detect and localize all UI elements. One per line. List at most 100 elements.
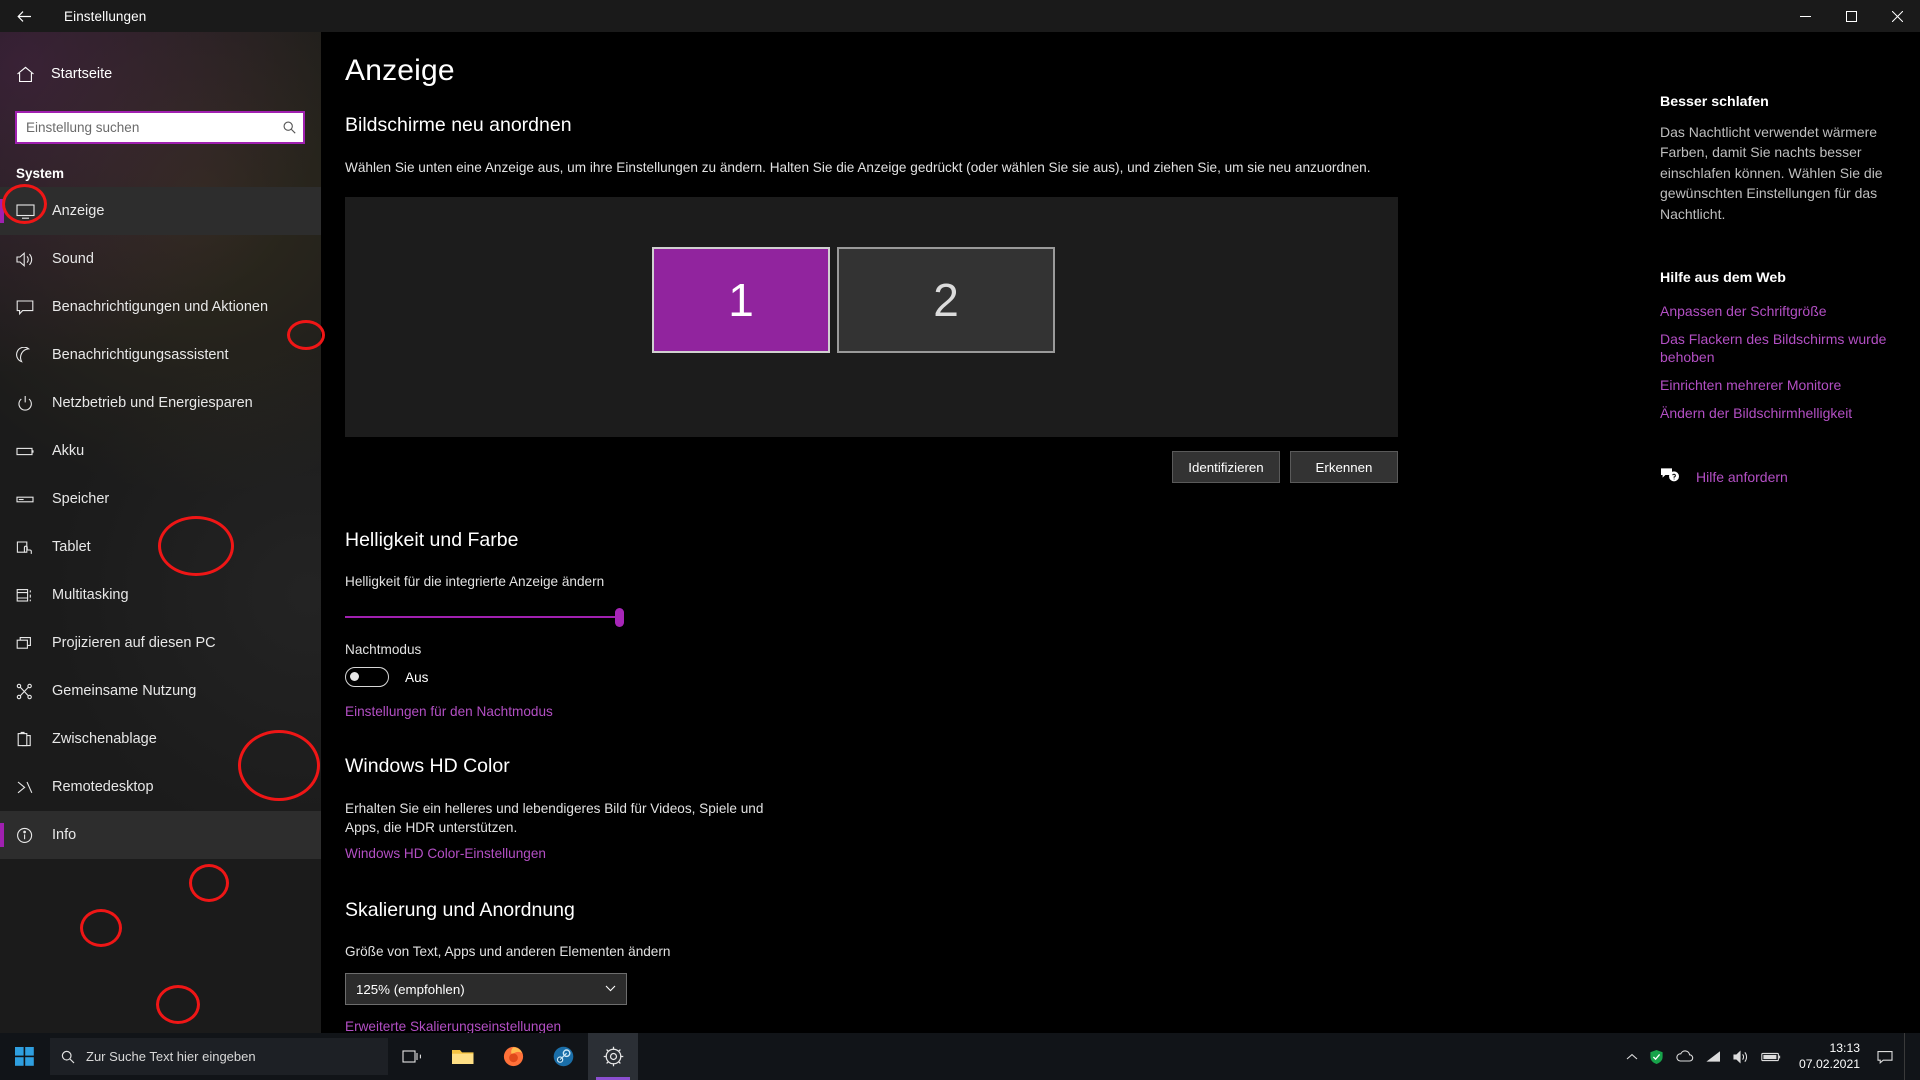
sidebar-item-sound[interactable]: Sound: [0, 235, 321, 283]
night-mode-toggle-row: Aus: [345, 667, 1600, 688]
sidebar-item-anzeige[interactable]: Anzeige: [0, 187, 321, 235]
info-icon: [16, 827, 46, 844]
get-help-label: Hilfe anfordern: [1696, 469, 1788, 486]
taskbar-search[interactable]: Zur Suche Text hier eingeben: [50, 1038, 388, 1075]
show-desktop-button[interactable]: [1904, 1033, 1912, 1080]
battery-icon[interactable]: [1761, 1051, 1782, 1063]
sidebar-item-zwischenablage[interactable]: Zwischenablage: [0, 715, 321, 763]
onedrive-icon[interactable]: [1675, 1050, 1694, 1063]
monitor-arrangement-canvas[interactable]: 1 2: [345, 197, 1398, 438]
sidebar-item-projizieren[interactable]: Projizieren auf diesen PC: [0, 619, 321, 667]
monitor-number-1: 1: [728, 274, 754, 327]
sidebar-label-info: Info: [52, 827, 77, 843]
sidebar-item-info[interactable]: Info: [0, 811, 321, 859]
sidebar-item-speicher[interactable]: Speicher: [0, 475, 321, 523]
rearrange-heading: Bildschirme neu anordnen: [345, 114, 572, 136]
chevron-up-icon[interactable]: [1626, 1053, 1638, 1061]
detect-button[interactable]: Erkennen: [1290, 451, 1398, 484]
help-link-flackern[interactable]: Das Flackern des Bildschirms wurde behob…: [1660, 330, 1896, 367]
sidebar-home-label: Startseite: [51, 66, 113, 82]
taskbar-search-placeholder: Zur Suche Text hier eingeben: [86, 1049, 256, 1064]
sidebar-label-benachrichtigungsassistent: Benachrichtigungsassistent: [52, 347, 229, 363]
main-content: Anzeige Bildschirme neu anordnen Wählen …: [321, 32, 1600, 1055]
night-mode-state: Aus: [405, 669, 429, 685]
advanced-scaling-link[interactable]: Erweiterte Skalierungseinstellungen: [345, 1019, 561, 1034]
volume-icon[interactable]: [1733, 1050, 1750, 1064]
sidebar-item-benachrichtigungsassistent[interactable]: Benachrichtigungsassistent: [0, 331, 321, 379]
help-link-monitore[interactable]: Einrichten mehrerer Monitore: [1660, 376, 1896, 395]
brightness-slider[interactable]: [345, 606, 624, 628]
chevron-down-icon: [605, 984, 616, 995]
sidebar-item-akku[interactable]: Akku: [0, 427, 321, 475]
tablet-hand-icon: [16, 539, 46, 556]
scaling-selected-value: 125% (empfohlen): [356, 981, 465, 997]
power-icon: [16, 395, 46, 412]
monitor-tile-1[interactable]: 1: [652, 247, 830, 354]
file-explorer-icon[interactable]: [438, 1033, 488, 1080]
night-mode-toggle[interactable]: [345, 667, 389, 688]
monitor-tile-2[interactable]: 2: [837, 247, 1055, 354]
sidebar-item-multitasking[interactable]: Multitasking: [0, 571, 321, 619]
sidebar-label-projizieren: Projizieren auf diesen PC: [52, 635, 216, 651]
title-bar: Einstellungen: [0, 0, 1920, 32]
right-panel-body: Das Nachtlicht verwendet wärmere Farben,…: [1660, 124, 1883, 222]
home-icon: [16, 66, 46, 83]
help-link-helligkeit[interactable]: Ändern der Bildschirmhelligkeit: [1660, 404, 1896, 423]
sidebar-group-label: System: [16, 166, 65, 181]
sidebar-item-remotedesktop[interactable]: Remotedesktop: [0, 763, 321, 811]
sidebar-label-speicher: Speicher: [52, 491, 110, 507]
windows-start-icon[interactable]: [0, 1033, 48, 1080]
sidebar-item-tablet[interactable]: Tablet: [0, 523, 321, 571]
slider-thumb[interactable]: [615, 608, 624, 628]
taskbar: Zur Suche Text hier eingeben 13:13 07.02…: [0, 1033, 1920, 1080]
sidebar-label-akku: Akku: [52, 443, 85, 459]
sidebar-item-home[interactable]: Startseite: [0, 54, 321, 94]
notification-icon[interactable]: [1877, 1050, 1893, 1064]
sidebar-item-gemeinsame-nutzung[interactable]: Gemeinsame Nutzung: [0, 667, 321, 715]
hdcolor-description-line1: Erhalten Sie ein helleres und lebendiger…: [345, 801, 764, 817]
sidebar: Startseite System Anzeige: [0, 32, 321, 1055]
identify-button[interactable]: Identifizieren: [1172, 451, 1280, 484]
moon-icon: [16, 346, 46, 364]
hdcolor-settings-link[interactable]: Windows HD Color-Einstellungen: [345, 846, 546, 861]
close-button[interactable]: [1874, 0, 1920, 32]
speaker-icon: [16, 251, 46, 268]
hdcolor-heading: Windows HD Color: [345, 755, 510, 778]
sidebar-label-tablet: Tablet: [52, 539, 91, 555]
search-icon: [50, 1050, 86, 1064]
sidebar-label-multitasking: Multitasking: [52, 587, 129, 603]
scaling-label: Größe von Text, Apps und anderen Element…: [345, 944, 671, 960]
network-icon[interactable]: [1705, 1050, 1722, 1064]
taskbar-clock[interactable]: 13:13 07.02.2021: [1799, 1041, 1866, 1072]
back-arrow-icon[interactable]: [0, 0, 48, 32]
task-view-icon[interactable]: [388, 1033, 438, 1080]
night-mode-settings-link[interactable]: Einstellungen für den Nachtmodus: [345, 704, 553, 719]
settings-icon[interactable]: [588, 1033, 638, 1080]
slider-track: [345, 616, 623, 619]
get-help-row[interactable]: Hilfe anfordern: [1660, 466, 1896, 488]
rearrange-description: Wählen Sie unten eine Anzeige aus, um ih…: [345, 160, 1371, 175]
page-title: Anzeige: [345, 54, 455, 87]
battery-icon: [16, 443, 46, 460]
monitor-icon: [16, 203, 46, 220]
firefox-icon[interactable]: [488, 1033, 538, 1080]
sidebar-item-benachrichtigungen[interactable]: Benachrichtigungen und Aktionen: [0, 283, 321, 331]
toggle-knob: [350, 672, 359, 682]
scaling-heading: Skalierung und Anordnung: [345, 899, 575, 922]
help-chat-icon: [1660, 466, 1686, 488]
minimize-button[interactable]: [1782, 0, 1828, 32]
search-input[interactable]: [17, 113, 275, 142]
chat-bubble-icon: [16, 299, 46, 316]
brightness-heading: Helligkeit und Farbe: [345, 529, 519, 552]
shield-icon[interactable]: [1649, 1049, 1664, 1065]
monitor-number-2: 2: [933, 274, 959, 327]
hdcolor-description-line2: Apps, die HDR unterstützen.: [345, 819, 518, 835]
sidebar-label-gemeinsame-nutzung: Gemeinsame Nutzung: [52, 683, 197, 699]
search-box[interactable]: [15, 111, 305, 144]
search-icon: [275, 121, 303, 134]
sidebar-item-netzbetrieb[interactable]: Netzbetrieb und Energiesparen: [0, 379, 321, 427]
steam-icon[interactable]: [538, 1033, 588, 1080]
scaling-select[interactable]: 125% (empfohlen): [345, 973, 627, 1006]
maximize-button[interactable]: [1828, 0, 1874, 32]
help-link-schriftgroesse[interactable]: Anpassen der Schriftgröße: [1660, 302, 1896, 321]
